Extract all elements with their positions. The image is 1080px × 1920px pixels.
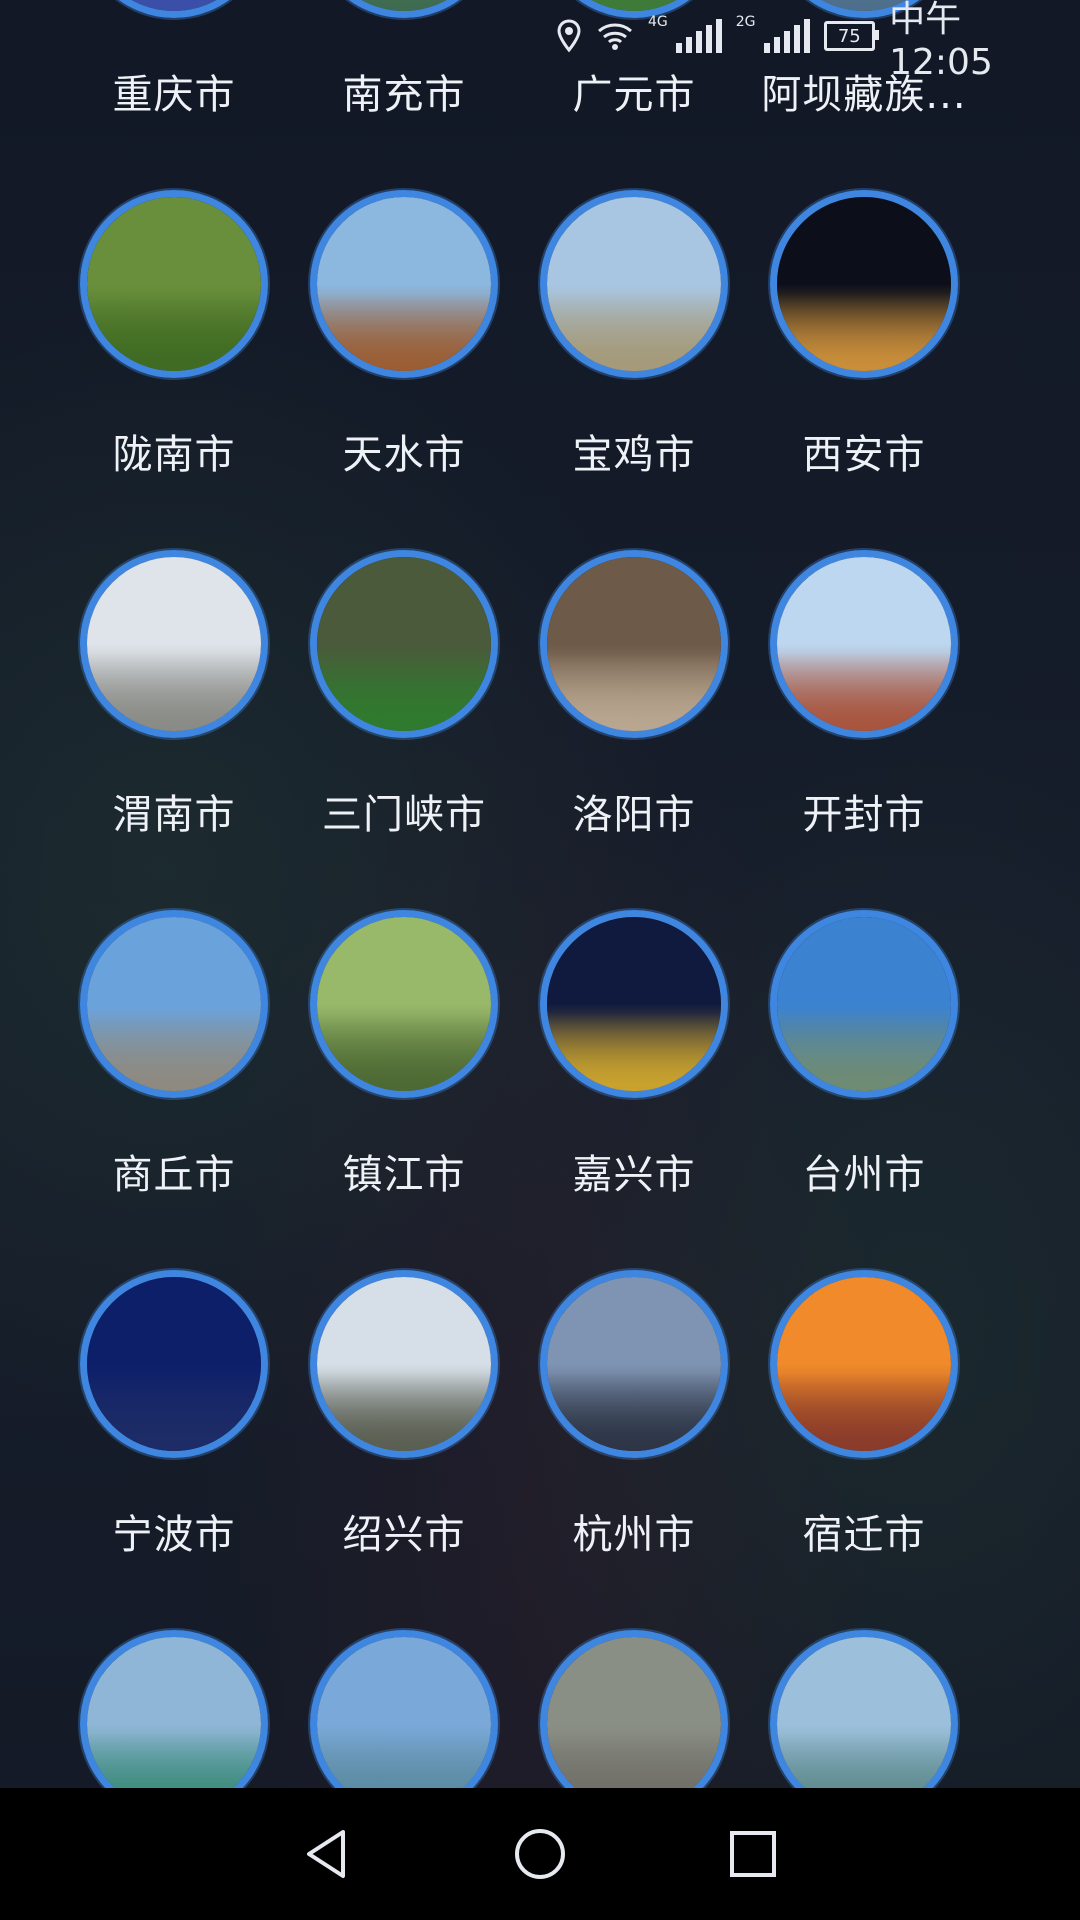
city-label: 三门峡市 <box>322 792 486 838</box>
city-item[interactable]: 杭州市 <box>519 1270 749 1560</box>
navigation-bar <box>0 1788 1080 1920</box>
home-button[interactable] <box>500 1814 580 1894</box>
city-label: 西安市 <box>802 432 926 478</box>
city-photo[interactable] <box>540 1630 728 1788</box>
city-label: 台州市 <box>802 1152 926 1198</box>
wifi-icon <box>596 21 634 51</box>
signal-icon-2 <box>763 19 810 53</box>
network-type-1: 4G <box>648 14 668 30</box>
city-label: 开封市 <box>802 792 926 838</box>
city-label: 宁波市 <box>112 1512 236 1558</box>
city-label: 商丘市 <box>112 1152 236 1198</box>
city-item[interactable]: 绍兴市 <box>289 1270 519 1560</box>
recents-button[interactable] <box>713 1814 793 1894</box>
city-photo[interactable] <box>80 1270 268 1458</box>
city-photo[interactable] <box>310 1270 498 1458</box>
city-item[interactable]: 宁波市 <box>59 1270 289 1560</box>
clock: 中午12:05 <box>889 0 993 83</box>
city-item[interactable]: 洛阳市 <box>519 550 749 840</box>
city-photo[interactable] <box>540 910 728 1098</box>
city-grid: 重庆市 南充市 广元市 阿坝藏族... 陇南市 天水市 宝鸡市 西安市 渭南市 三门峡市 洛阳市 开封… <box>0 0 1080 1788</box>
back-button[interactable] <box>287 1814 367 1894</box>
city-label: 宝鸡市 <box>572 432 696 478</box>
location-icon <box>556 19 582 53</box>
city-item[interactable] <box>289 1630 519 1788</box>
city-label: 宿迁市 <box>802 1512 926 1558</box>
signal-icon <box>675 19 722 53</box>
city-photo[interactable] <box>310 0 498 18</box>
city-photo[interactable] <box>80 1630 268 1788</box>
city-item[interactable]: 商丘市 <box>59 910 289 1200</box>
city-item[interactable]: 陇南市 <box>59 190 289 480</box>
city-item[interactable]: 三门峡市 <box>289 550 519 840</box>
city-label: 镇江市 <box>342 1152 466 1198</box>
city-label: 杭州市 <box>572 1512 696 1558</box>
city-item[interactable]: 西安市 <box>749 190 979 480</box>
city-photo[interactable] <box>770 910 958 1098</box>
city-photo[interactable] <box>540 550 728 738</box>
city-item[interactable]: 重庆市 <box>59 0 289 120</box>
city-label: 重庆市 <box>112 72 236 118</box>
city-photo[interactable] <box>310 1630 498 1788</box>
city-photo[interactable] <box>80 0 268 18</box>
city-label: 陇南市 <box>112 432 236 478</box>
city-item[interactable]: 天水市 <box>289 190 519 480</box>
network-type-2: 2G <box>735 14 756 30</box>
city-item[interactable]: 南充市 <box>289 0 519 120</box>
home-icon <box>514 1829 565 1879</box>
city-photo[interactable] <box>540 190 728 378</box>
city-photo[interactable] <box>80 910 268 1098</box>
city-label: 洛阳市 <box>572 792 696 838</box>
city-item[interactable] <box>59 1630 289 1788</box>
city-label: 天水市 <box>342 432 466 478</box>
back-icon <box>306 1830 345 1878</box>
city-photo[interactable] <box>310 910 498 1098</box>
city-label: 绍兴市 <box>342 1512 466 1558</box>
city-item[interactable] <box>519 1630 749 1788</box>
city-photo[interactable] <box>770 550 958 738</box>
city-item[interactable]: 台州市 <box>749 910 979 1200</box>
city-photo[interactable] <box>540 1270 728 1458</box>
city-item[interactable]: 嘉兴市 <box>519 910 749 1200</box>
city-photo[interactable] <box>770 1630 958 1788</box>
city-photo[interactable] <box>770 190 958 378</box>
city-photo[interactable] <box>80 550 268 738</box>
city-item[interactable]: 宿迁市 <box>749 1270 979 1560</box>
recents-icon <box>730 1831 777 1877</box>
city-item[interactable]: 镇江市 <box>289 910 519 1200</box>
city-label: 渭南市 <box>112 792 236 838</box>
battery-icon: 75 <box>823 21 879 51</box>
city-label: 南充市 <box>342 72 466 118</box>
city-item[interactable]: 宝鸡市 <box>519 190 749 480</box>
city-item[interactable]: 开封市 <box>749 550 979 840</box>
city-label: 嘉兴市 <box>572 1152 696 1198</box>
city-item[interactable]: 渭南市 <box>59 550 289 840</box>
city-photo[interactable] <box>770 1270 958 1458</box>
city-photo[interactable] <box>310 550 498 738</box>
battery-level: 75 <box>837 25 861 47</box>
city-photo[interactable] <box>80 190 268 378</box>
city-item[interactable] <box>749 1630 979 1788</box>
status-bar: 4G 2G 75 中午12:05 <box>556 0 1080 83</box>
city-photo[interactable] <box>310 190 498 378</box>
